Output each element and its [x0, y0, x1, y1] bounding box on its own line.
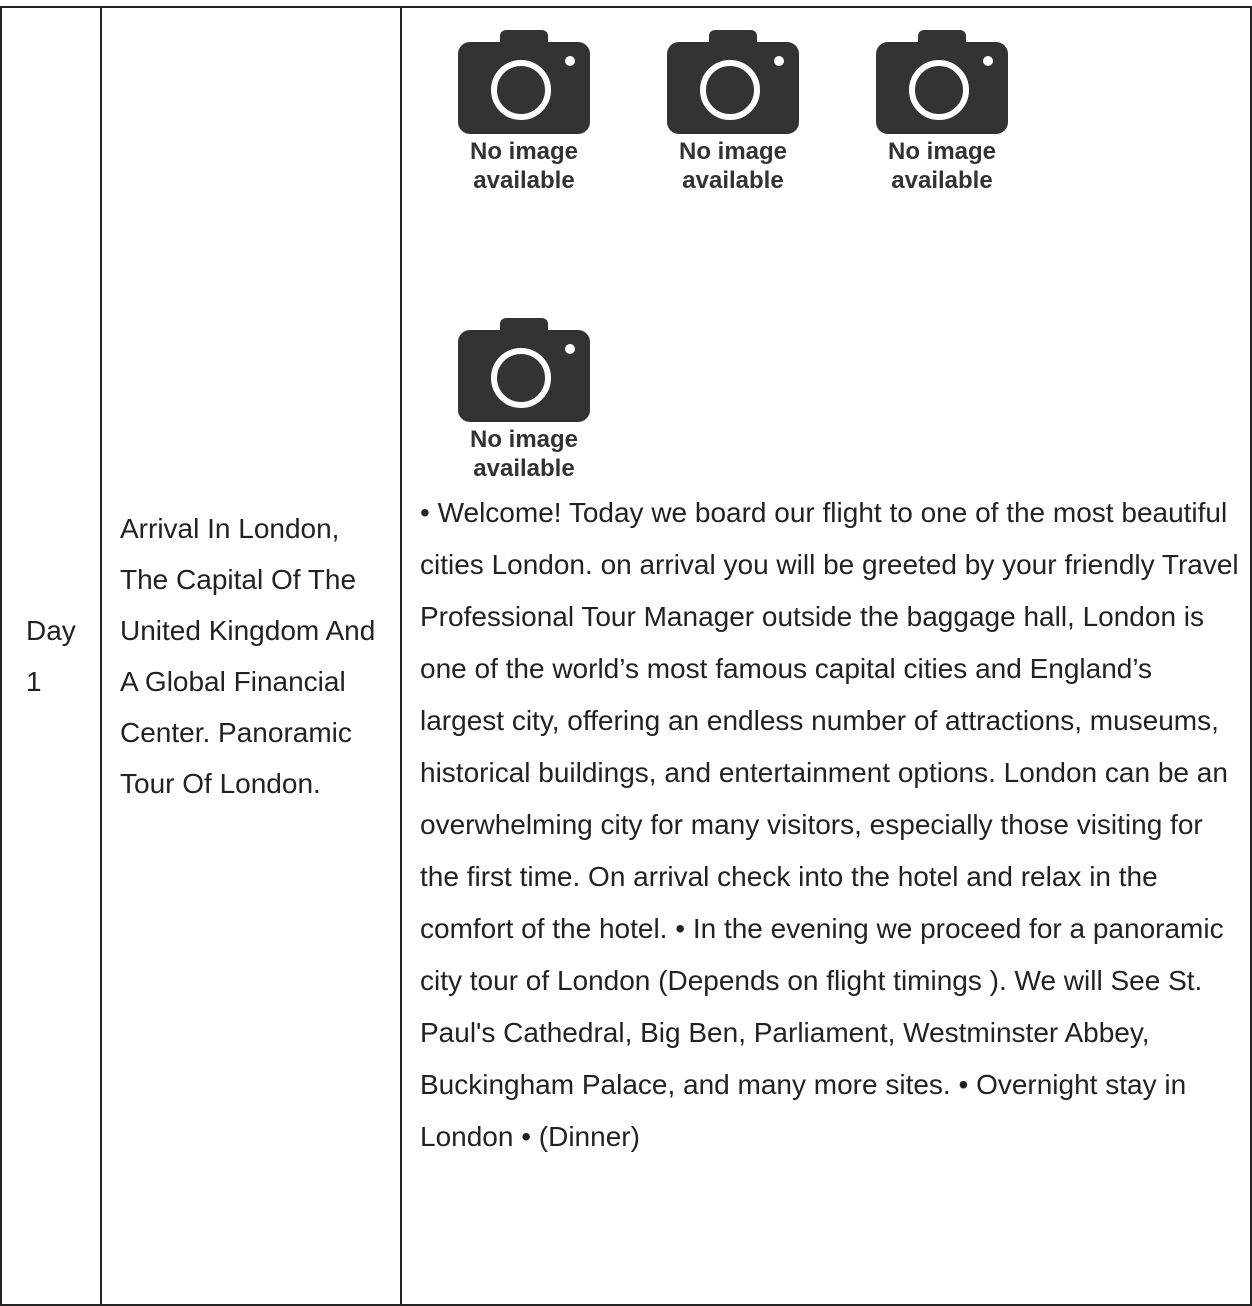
- title-cell: Arrival In London, The Capital Of The Un…: [100, 6, 402, 1306]
- camera-icon: [667, 30, 799, 134]
- photo-placeholder: No image available: [663, 30, 803, 195]
- day-label: Day 1: [26, 615, 76, 697]
- itinerary-table: Day 1 Arrival In London, The Capital Of …: [0, 6, 1252, 1306]
- photo-gallery: No image available No image available No…: [420, 8, 1250, 488]
- photo-placeholder: No image available: [454, 30, 594, 195]
- camera-icon: [458, 318, 590, 422]
- photo-placeholder: No image available: [872, 30, 1012, 195]
- photo-caption: No image available: [469, 138, 579, 194]
- day-cell: Day 1: [0, 6, 102, 1306]
- camera-icon: [876, 30, 1008, 134]
- day-title: Arrival In London, The Capital Of The Un…: [120, 513, 376, 799]
- camera-icon: [458, 30, 590, 134]
- detail-cell: No image available No image available No…: [400, 6, 1252, 1306]
- day-description: • Welcome! Today we board our flight to …: [420, 497, 1239, 1152]
- photo-caption: No image available: [469, 426, 579, 482]
- photo-placeholder: No image available: [454, 318, 594, 483]
- photo-caption: No image available: [678, 138, 788, 194]
- photo-caption: No image available: [887, 138, 997, 194]
- itinerary-row: Day 1 Arrival In London, The Capital Of …: [0, 6, 1252, 1306]
